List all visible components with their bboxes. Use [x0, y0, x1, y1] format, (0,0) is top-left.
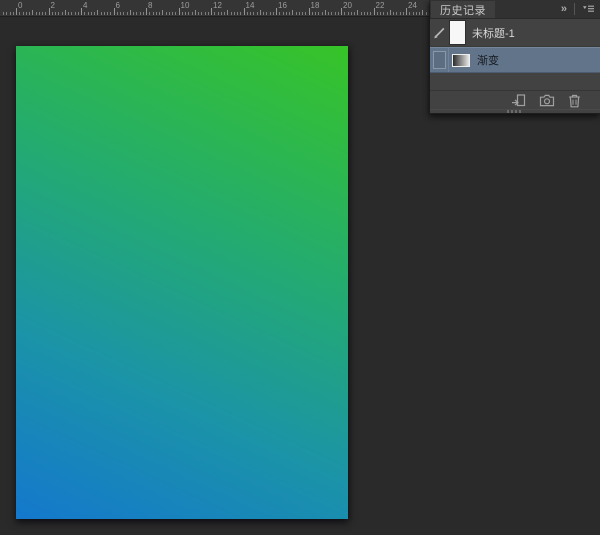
history-brush-glyph: [433, 26, 446, 39]
document-canvas[interactable]: [16, 46, 348, 519]
history-panel: 历史记录 »: [430, 0, 600, 114]
history-brush-source-icon[interactable]: [430, 19, 448, 46]
tab-history[interactable]: 历史记录: [431, 1, 495, 18]
header-separator: [574, 3, 575, 15]
history-state-label: 未标题-1: [472, 25, 515, 41]
history-states-list: 未标题-1 渐变: [430, 19, 600, 73]
new-snapshot-camera-icon: [539, 94, 555, 107]
history-panel-title: 历史记录: [440, 2, 486, 18]
gradient-state-icon: [452, 54, 470, 67]
panel-menu-glyph: [582, 4, 595, 14]
delete-state-button[interactable]: [568, 94, 581, 108]
snapshot-thumbnail: [450, 21, 465, 44]
delete-state-trash-icon: [568, 94, 581, 108]
panel-resize-grip[interactable]: [507, 110, 523, 113]
panel-header-icons: »: [558, 0, 598, 18]
horizontal-ruler[interactable]: 024681012141618202224: [0, 0, 429, 17]
new-snapshot-button[interactable]: [539, 94, 555, 107]
panel-menu-icon[interactable]: [579, 3, 598, 15]
history-panel-toolbar: [430, 90, 600, 110]
history-brush-source-well[interactable]: [430, 48, 449, 72]
history-state-label: 渐变: [477, 52, 499, 68]
history-panel-header: 历史记录 »: [430, 0, 600, 19]
history-state-row-selected[interactable]: 渐变: [430, 47, 600, 73]
history-state-row[interactable]: 未标题-1: [430, 19, 600, 47]
collapse-to-icons-icon[interactable]: »: [558, 1, 570, 17]
new-document-from-state-button[interactable]: [511, 94, 526, 107]
new-document-from-state-icon: [511, 94, 526, 107]
empty-source-well: [433, 51, 446, 69]
